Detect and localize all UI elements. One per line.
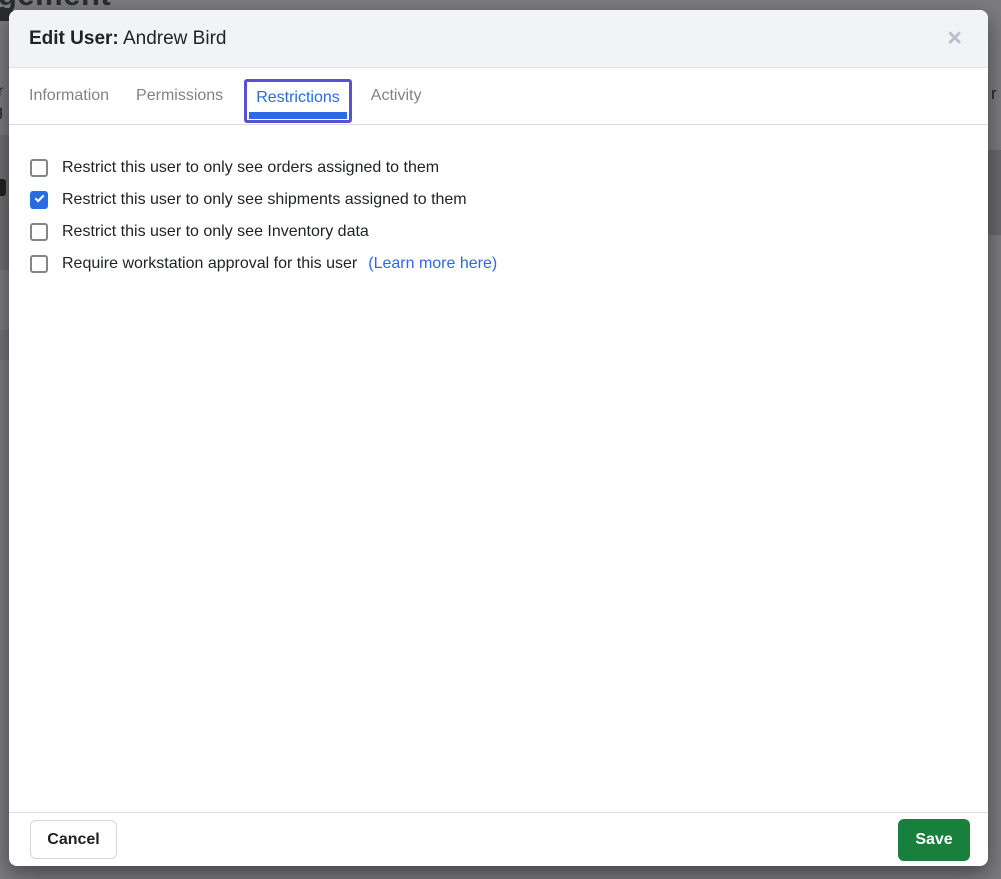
background-text-fragment: g (0, 103, 3, 121)
background-shade-band (0, 135, 9, 270)
checkbox-row-inventory[interactable]: Restrict this user to only see Inventory… (30, 216, 968, 248)
save-button[interactable]: Save (898, 819, 970, 861)
modal-footer: Cancel Save (9, 812, 988, 866)
tab-permissions[interactable]: Permissions (136, 87, 223, 105)
tab-bar: Information Permissions Restrictions Act… (9, 68, 988, 125)
modal-title-username: Andrew Bird (123, 28, 227, 49)
workstation-approval-checkbox[interactable] (30, 255, 48, 273)
checkbox-label: Restrict this user to only see shipments… (62, 191, 467, 209)
tab-restrictions-focus-ring: Restrictions (244, 79, 352, 123)
background-dark-element (0, 179, 6, 196)
cancel-button[interactable]: Cancel (30, 820, 117, 859)
close-icon[interactable]: × (943, 24, 966, 53)
tab-information[interactable]: Information (29, 87, 109, 105)
background-shade-band (0, 330, 9, 360)
checkbox-label: Require workstation approval for this us… (62, 255, 357, 273)
modal-header: Edit User: Andrew Bird × (9, 10, 988, 68)
checkbox-row-shipments[interactable]: Restrict this user to only see shipments… (30, 184, 968, 216)
shipments-checkbox[interactable] (30, 191, 48, 209)
background-heading-fragment: gement (0, 0, 116, 10)
modal-title-prefix: Edit User: (29, 28, 119, 49)
checkbox-label: Restrict this user to only see Inventory… (62, 223, 369, 241)
check-icon (35, 193, 45, 203)
orders-checkbox[interactable] (30, 159, 48, 177)
background-text-fragment: r (991, 84, 997, 104)
active-tab-indicator (249, 112, 347, 119)
background-heading-text: gement (0, 0, 111, 10)
restrictions-panel: Restrict this user to only see orders as… (9, 125, 988, 812)
inventory-checkbox[interactable] (30, 223, 48, 241)
background-shade-band (988, 150, 1001, 235)
tab-restrictions[interactable]: Restrictions (247, 82, 349, 112)
checkbox-label: Restrict this user to only see orders as… (62, 159, 439, 177)
checkbox-row-orders[interactable]: Restrict this user to only see orders as… (30, 152, 968, 184)
tab-activity[interactable]: Activity (371, 87, 422, 105)
checkbox-row-workstation-approval[interactable]: Require workstation approval for this us… (30, 248, 968, 280)
background-text-fragment: or (0, 83, 3, 101)
learn-more-link[interactable]: (Learn more here) (368, 255, 497, 273)
edit-user-modal: Edit User: Andrew Bird × Information Per… (9, 10, 988, 866)
modal-title: Edit User: Andrew Bird (29, 28, 226, 50)
